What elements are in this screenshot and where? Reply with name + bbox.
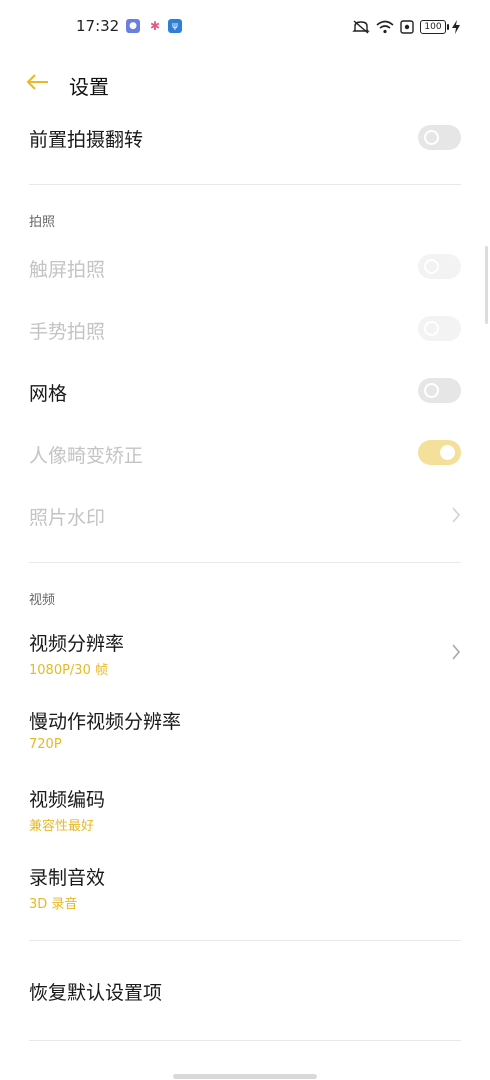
back-arrow-icon[interactable]	[24, 68, 52, 96]
chevron-right-icon	[452, 507, 461, 523]
grid-toggle[interactable]	[418, 378, 461, 403]
reset-defaults-row[interactable]: 恢复默认设置项	[0, 960, 490, 1020]
status-icons: 100	[352, 16, 460, 38]
portrait-correction-label: 人像畸变矫正	[29, 445, 144, 467]
front-flip-label: 前置拍摄翻转	[29, 129, 144, 151]
video-resolution-value: 1080P/30 帧	[29, 663, 108, 678]
audio-value: 3D 录音	[29, 897, 78, 912]
audio-label: 录制音效	[29, 867, 106, 889]
front-flip-toggle[interactable]	[418, 125, 461, 150]
slowmo-resolution-label: 慢动作视频分辨率	[29, 711, 182, 733]
slowmo-resolution-row[interactable]: 慢动作视频分辨率 720P	[0, 698, 490, 764]
assistant-app-icon: ●	[126, 19, 140, 33]
toggle-knob	[424, 321, 439, 336]
touch-shoot-toggle	[418, 254, 461, 279]
watermark-label: 照片水印	[29, 507, 106, 529]
mute-icon	[352, 20, 370, 34]
chevron-right-icon	[452, 644, 461, 660]
touch-shoot-row: 触屏拍照	[0, 240, 490, 296]
divider	[29, 1040, 461, 1041]
slowmo-resolution-value: 720P	[29, 737, 62, 752]
wifi-icon	[376, 20, 394, 34]
divider	[29, 184, 461, 185]
gesture-shoot-toggle	[418, 316, 461, 341]
touch-shoot-label: 触屏拍照	[29, 259, 106, 281]
home-indicator[interactable]	[173, 1074, 317, 1079]
status-bar: 17:32 ● ✱ ψ 100	[0, 0, 490, 56]
divider	[29, 940, 461, 941]
screen-record-icon	[400, 20, 414, 34]
front-flip-row[interactable]: 前置拍摄翻转	[0, 114, 490, 164]
video-codec-value: 兼容性最好	[29, 819, 95, 834]
status-time: 17:32	[76, 17, 120, 35]
battery-icon: 100	[420, 20, 449, 34]
grid-row[interactable]: 网格	[0, 364, 490, 420]
gesture-shoot-label: 手势拍照	[29, 321, 106, 343]
photos-app-icon: ✱	[148, 19, 162, 33]
section-title-photo: 拍照	[29, 215, 56, 230]
gesture-shoot-row: 手势拍照	[0, 302, 490, 358]
section-title-video: 视频	[29, 593, 56, 608]
toggle-knob	[440, 445, 455, 460]
video-resolution-label: 视频分辨率	[29, 633, 125, 655]
reset-defaults-label: 恢复默认设置项	[29, 982, 163, 1004]
portrait-correction-toggle	[418, 440, 461, 465]
scrollbar[interactable]	[485, 246, 488, 324]
app-header: 设置	[0, 56, 490, 114]
toggle-knob	[424, 130, 439, 145]
charging-icon	[452, 20, 460, 34]
portrait-correction-row: 人像畸变矫正	[0, 426, 490, 482]
grid-label: 网格	[29, 383, 68, 405]
page-title: 设置	[69, 75, 109, 99]
audio-row[interactable]: 录制音效 3D 录音	[0, 854, 490, 920]
watermark-row: 照片水印	[0, 488, 490, 544]
usb-icon: ψ	[168, 19, 182, 33]
video-codec-label: 视频编码	[29, 789, 106, 811]
video-codec-row[interactable]: 视频编码 兼容性最好	[0, 776, 490, 842]
video-resolution-row[interactable]: 视频分辨率 1080P/30 帧	[0, 620, 490, 686]
divider	[29, 562, 461, 563]
toggle-knob	[424, 259, 439, 274]
toggle-knob	[424, 383, 439, 398]
